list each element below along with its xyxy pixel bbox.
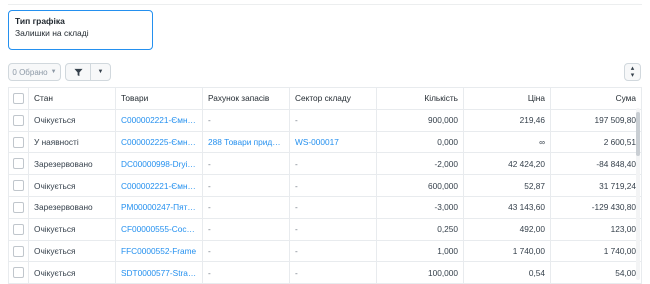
sort-icon: ▴ ▾	[630, 65, 635, 79]
list-toolbar: 0 Обрано ▼ ▼ ▴ ▾	[8, 63, 641, 81]
column-header-price[interactable]: Ціна	[463, 87, 551, 110]
cell-status: У наявності	[28, 130, 116, 154]
sort-button[interactable]: ▴ ▾	[624, 63, 641, 81]
scrollbar-thumb[interactable]	[636, 112, 640, 156]
cell-sum: -84 848,40	[550, 152, 642, 176]
cell-status: Зарезервовано	[28, 152, 116, 176]
cell-status: Очікується	[28, 261, 116, 284]
row-checkbox[interactable]	[8, 108, 29, 132]
table-row[interactable]: Очікується FFC0000552-Frame - - 1,000 1 …	[8, 239, 642, 263]
chevron-down-icon: ▼	[97, 69, 104, 75]
filter-button[interactable]	[65, 63, 91, 81]
cell-goods-link[interactable]: PM00000247-Пятив…	[115, 195, 203, 219]
chart-type-value[interactable]: Залишки на складі	[15, 28, 146, 38]
cell-goods-link[interactable]: C000002221-Ємніст…	[115, 108, 203, 132]
column-header-sector[interactable]: Сектор складу	[289, 87, 377, 110]
cell-sector: -	[289, 239, 377, 263]
table-scrollbar[interactable]	[636, 108, 640, 280]
cell-status: Зарезервовано	[28, 195, 116, 219]
cell-goods-link[interactable]: C000002221-Ємніст…	[115, 174, 203, 197]
cell-goods-link[interactable]: CF00000555-Coconu…	[115, 217, 203, 241]
row-checkbox[interactable]	[8, 130, 29, 154]
table-row[interactable]: Очікується SDT0000577-Strawb… - - 100,00…	[8, 261, 642, 284]
cell-status: Очікується	[28, 174, 116, 197]
cell-qty: 600,000	[376, 174, 464, 197]
cell-goods-link[interactable]: C000002225-Ємніст…	[115, 130, 203, 154]
cell-price: 0,54	[463, 261, 551, 284]
cell-price: 43 143,60	[463, 195, 551, 219]
cell-price: 52,87	[463, 174, 551, 197]
row-checkbox[interactable]	[8, 152, 29, 176]
cell-sum: 123,00	[550, 217, 642, 241]
cell-sum: 31 719,24	[550, 174, 642, 197]
cell-qty: 0,000	[376, 130, 464, 154]
column-header-status[interactable]: Стан	[28, 87, 116, 110]
cell-qty: -3,000	[376, 195, 464, 219]
cell-status: Очікується	[28, 217, 116, 241]
cell-account: -	[202, 195, 290, 219]
cell-account-link[interactable]: 288 Товари придба…	[202, 130, 290, 154]
cell-price: ∞	[463, 130, 551, 154]
select-all-checkbox[interactable]	[8, 87, 29, 110]
table-row[interactable]: У наявності C000002225-Ємніст… 288 Товар…	[8, 130, 642, 154]
column-header-account[interactable]: Рахунок запасів	[202, 87, 290, 110]
row-checkbox[interactable]	[8, 261, 29, 284]
cell-qty: 100,000	[376, 261, 464, 284]
cell-goods-link[interactable]: FFC0000552-Frame	[115, 239, 203, 263]
cell-price: 1 740,00	[463, 239, 551, 263]
filter-dropdown-button[interactable]: ▼	[90, 63, 111, 81]
table-row[interactable]: Очікується CF00000555-Coconu… - - 0,250 …	[8, 217, 642, 241]
top-divider	[8, 4, 642, 5]
cell-sector-link[interactable]: WS-000017	[289, 130, 377, 154]
cell-qty: 0,250	[376, 217, 464, 241]
cell-sum: 2 600,51	[550, 130, 642, 154]
cell-qty: 1,000	[376, 239, 464, 263]
cell-account: -	[202, 261, 290, 284]
cell-sum: 1 740,00	[550, 239, 642, 263]
cell-goods-link[interactable]: DC00000998-Drying …	[115, 152, 203, 176]
column-header-goods[interactable]: Товари	[115, 87, 203, 110]
cell-account: -	[202, 239, 290, 263]
table-header-row: Стан Товари Рахунок запасів Сектор склад…	[8, 87, 642, 110]
cell-sector: -	[289, 261, 377, 284]
cell-sector: -	[289, 217, 377, 241]
row-checkbox[interactable]	[8, 174, 29, 197]
cell-sector: -	[289, 108, 377, 132]
cell-sum: 54,00	[550, 261, 642, 284]
chart-type-field[interactable]: Тип графіка Залишки на складі	[8, 10, 153, 50]
table-row[interactable]: Зарезервовано PM00000247-Пятив… - - -3,0…	[8, 195, 642, 219]
cell-qty: 900,000	[376, 108, 464, 132]
table-row[interactable]: Очікується C000002221-Ємніст… - - 900,00…	[8, 108, 642, 132]
cell-sum: -129 430,80	[550, 195, 642, 219]
cell-qty: -2,000	[376, 152, 464, 176]
cell-account: -	[202, 174, 290, 197]
cell-sector: -	[289, 174, 377, 197]
stock-table: Стан Товари Рахунок запасів Сектор склад…	[8, 87, 642, 284]
chart-type-label: Тип графіка	[15, 16, 65, 26]
cell-price: 219,46	[463, 108, 551, 132]
caret-down-icon: ▼	[50, 69, 57, 75]
selected-count-label: 0 Обрано	[12, 67, 48, 77]
cell-sum: 197 509,80	[550, 108, 642, 132]
column-header-sum[interactable]: Сума	[550, 87, 642, 110]
cell-price: 492,00	[463, 217, 551, 241]
selected-count-button[interactable]: 0 Обрано ▼	[8, 63, 61, 81]
row-checkbox[interactable]	[8, 195, 29, 219]
cell-status: Очікується	[28, 239, 116, 263]
cell-status: Очікується	[28, 108, 116, 132]
filter-icon	[73, 68, 83, 76]
cell-account: -	[202, 217, 290, 241]
table-row[interactable]: Зарезервовано DC00000998-Drying … - - -2…	[8, 152, 642, 176]
row-checkbox[interactable]	[8, 217, 29, 241]
cell-account: -	[202, 108, 290, 132]
table-row[interactable]: Очікується C000002221-Ємніст… - - 600,00…	[8, 174, 642, 197]
row-checkbox[interactable]	[8, 239, 29, 263]
cell-goods-link[interactable]: SDT0000577-Strawb…	[115, 261, 203, 284]
cell-account: -	[202, 152, 290, 176]
cell-sector: -	[289, 195, 377, 219]
cell-sector: -	[289, 152, 377, 176]
cell-price: 42 424,20	[463, 152, 551, 176]
column-header-qty[interactable]: Кількість	[376, 87, 464, 110]
